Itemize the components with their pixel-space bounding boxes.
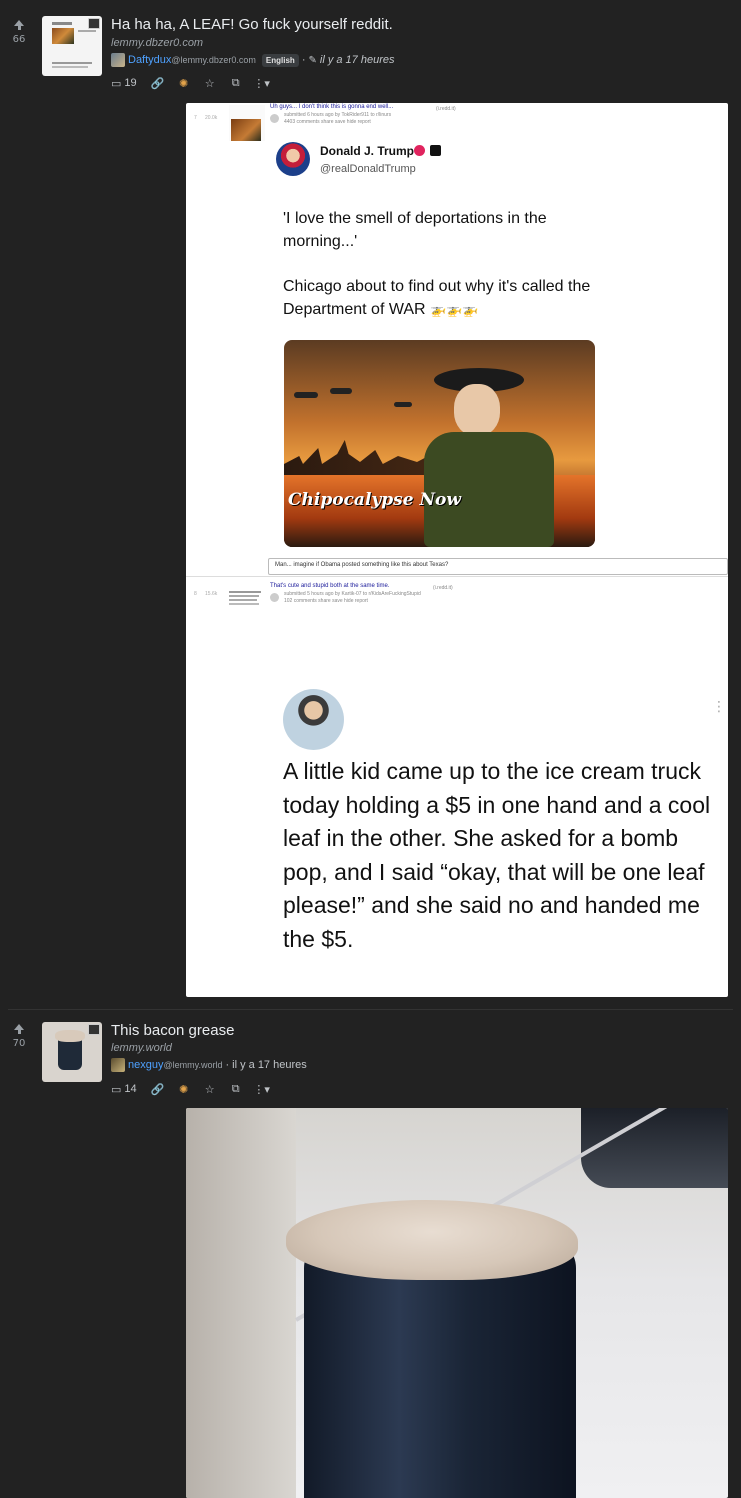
post-image[interactable] [186, 1108, 728, 1498]
copy-icon[interactable]: ⧉ [223, 76, 249, 90]
link-icon[interactable]: 🔗 [145, 76, 171, 90]
star-icon[interactable]: ☆ [197, 1082, 223, 1096]
post-card: 70 This bacon grease lemmy.world nexguy @… [0, 1010, 741, 1498]
post-thumbnail[interactable] [42, 16, 102, 76]
vote-column: 70 [8, 1024, 30, 1049]
author-instance: @lemmy.dbzer0.com [171, 55, 256, 65]
mini-thumb [229, 589, 265, 611]
reddit-post-row: 7 20.0k Uh guys... I don't think this is… [186, 103, 728, 141]
tweet-name: Donald J. Trump [320, 144, 415, 158]
reddit-comment: Man... imagine if Obama posted something… [268, 558, 728, 575]
reddit-links: 4403 comments share save hide report [284, 119, 371, 125]
reddit-links: 102 comments share save hide report [284, 598, 368, 604]
separator [186, 576, 728, 577]
helicopter-emoji: 🚁🚁🚁 [430, 302, 479, 317]
reddit-post-row: 8 15.6k That's cute and stupid both at t… [186, 579, 728, 609]
image-caption: Chipocalypse Now [288, 490, 461, 510]
post-score: 66 [12, 34, 26, 45]
post-meta: Daftydux @lemmy.dbzer0.com English · ✎ il… [111, 53, 394, 67]
author-instance: @lemmy.world [163, 1060, 223, 1070]
tweet-text-2: Chicago about to find out why it's calle… [283, 275, 603, 321]
reddit-post-domain: (i.redd.it) [433, 585, 453, 591]
reddit-submitted: submitted 5 hours ago by Kartik-07 to r/… [284, 591, 421, 597]
grease [286, 1200, 578, 1280]
comment-icon: ▭ [111, 1083, 122, 1096]
post-time: il y a 17 heures [232, 1059, 307, 1071]
post-card: 66 Ha ha ha, A LEAF! Go fuck yourself re… [0, 0, 741, 1000]
post-time: il y a 17 heures [319, 54, 395, 66]
vote-count: 15.6k [205, 591, 218, 597]
mini-thumb [229, 105, 265, 141]
close-icon [270, 593, 279, 602]
tweet-handle: @realDonaldTrump [320, 163, 416, 175]
post-actions: ▭ 19 🔗 ✺ ☆ ⧉ ⋮▾ [111, 76, 275, 90]
post-author[interactable]: Daftydux [128, 54, 171, 66]
avatar[interactable] [111, 1058, 125, 1072]
more-icon[interactable]: ⋮▾ [249, 76, 275, 90]
close-icon [270, 114, 279, 123]
cross-post-icon[interactable]: ✺ [171, 76, 197, 90]
cross-post-icon[interactable]: ✺ [171, 1082, 197, 1096]
rank: 7 [194, 115, 197, 121]
post-actions: ▭ 14 🔗 ✺ ☆ ⧉ ⋮▾ [111, 1082, 275, 1096]
post-title[interactable]: This bacon grease [111, 1022, 234, 1039]
post-score: 70 [12, 1038, 26, 1049]
comment-count: 14 [124, 1083, 137, 1095]
vote-column: 66 [8, 20, 30, 45]
vote-count: 20.0k [205, 115, 218, 121]
image-icon [88, 1024, 100, 1035]
upvote-icon[interactable] [14, 1024, 24, 1034]
post-meta: nexguy @lemmy.world · il y a 17 heures [111, 1058, 307, 1072]
copy-icon[interactable]: ⧉ [223, 1082, 249, 1096]
more-icon: ⋮ [712, 699, 726, 715]
post-domain[interactable]: lemmy.world [111, 1042, 172, 1054]
comments-button[interactable]: ▭ 14 [111, 1082, 137, 1096]
post-thumbnail[interactable] [42, 1022, 102, 1082]
separator: · [301, 54, 306, 66]
language-badge: English [261, 53, 299, 67]
comments-button[interactable]: ▭ 19 [111, 76, 137, 90]
post-author[interactable]: nexguy [128, 1059, 163, 1071]
post-domain[interactable]: lemmy.dbzer0.com [111, 37, 203, 49]
post-title[interactable]: Ha ha ha, A LEAF! Go fuck yourself reddi… [111, 16, 393, 33]
image-icon [88, 18, 100, 29]
gov-badge-icon [430, 145, 441, 156]
more-icon[interactable]: ⋮▾ [249, 1082, 275, 1096]
tweet-text-1: 'I love the smell of deportations in the… [283, 210, 547, 250]
tweet-text: A little kid came up to the ice cream tr… [283, 758, 711, 952]
reddit-submitted: submitted 6 hours ago by TokRider911 to … [284, 112, 392, 118]
reddit-post-title: That's cute and stupid both at the same … [270, 583, 390, 589]
link-icon[interactable]: 🔗 [145, 1082, 171, 1096]
separator: · [225, 1059, 230, 1071]
tweet-avatar [276, 142, 310, 176]
reddit-post-domain: (i.redd.it) [436, 106, 456, 112]
upvote-icon[interactable] [14, 20, 24, 30]
reddit-comment-text: Man... imagine if Obama posted something… [275, 562, 449, 568]
comment-count: 19 [124, 77, 137, 89]
post-image[interactable]: 7 20.0k Uh guys... I don't think this is… [186, 103, 728, 997]
reddit-post-title: Uh guys... I don't think this is gonna e… [270, 104, 394, 110]
rank: 8 [194, 591, 197, 597]
tweet-avatar [283, 689, 344, 750]
tweet-image: Chipocalypse Now [284, 340, 595, 547]
avatar[interactable] [111, 53, 125, 67]
edit-icon: ✎ [308, 54, 317, 66]
star-icon[interactable]: ☆ [197, 76, 223, 90]
comment-icon: ▭ [111, 77, 122, 90]
verified-icon [414, 145, 425, 156]
